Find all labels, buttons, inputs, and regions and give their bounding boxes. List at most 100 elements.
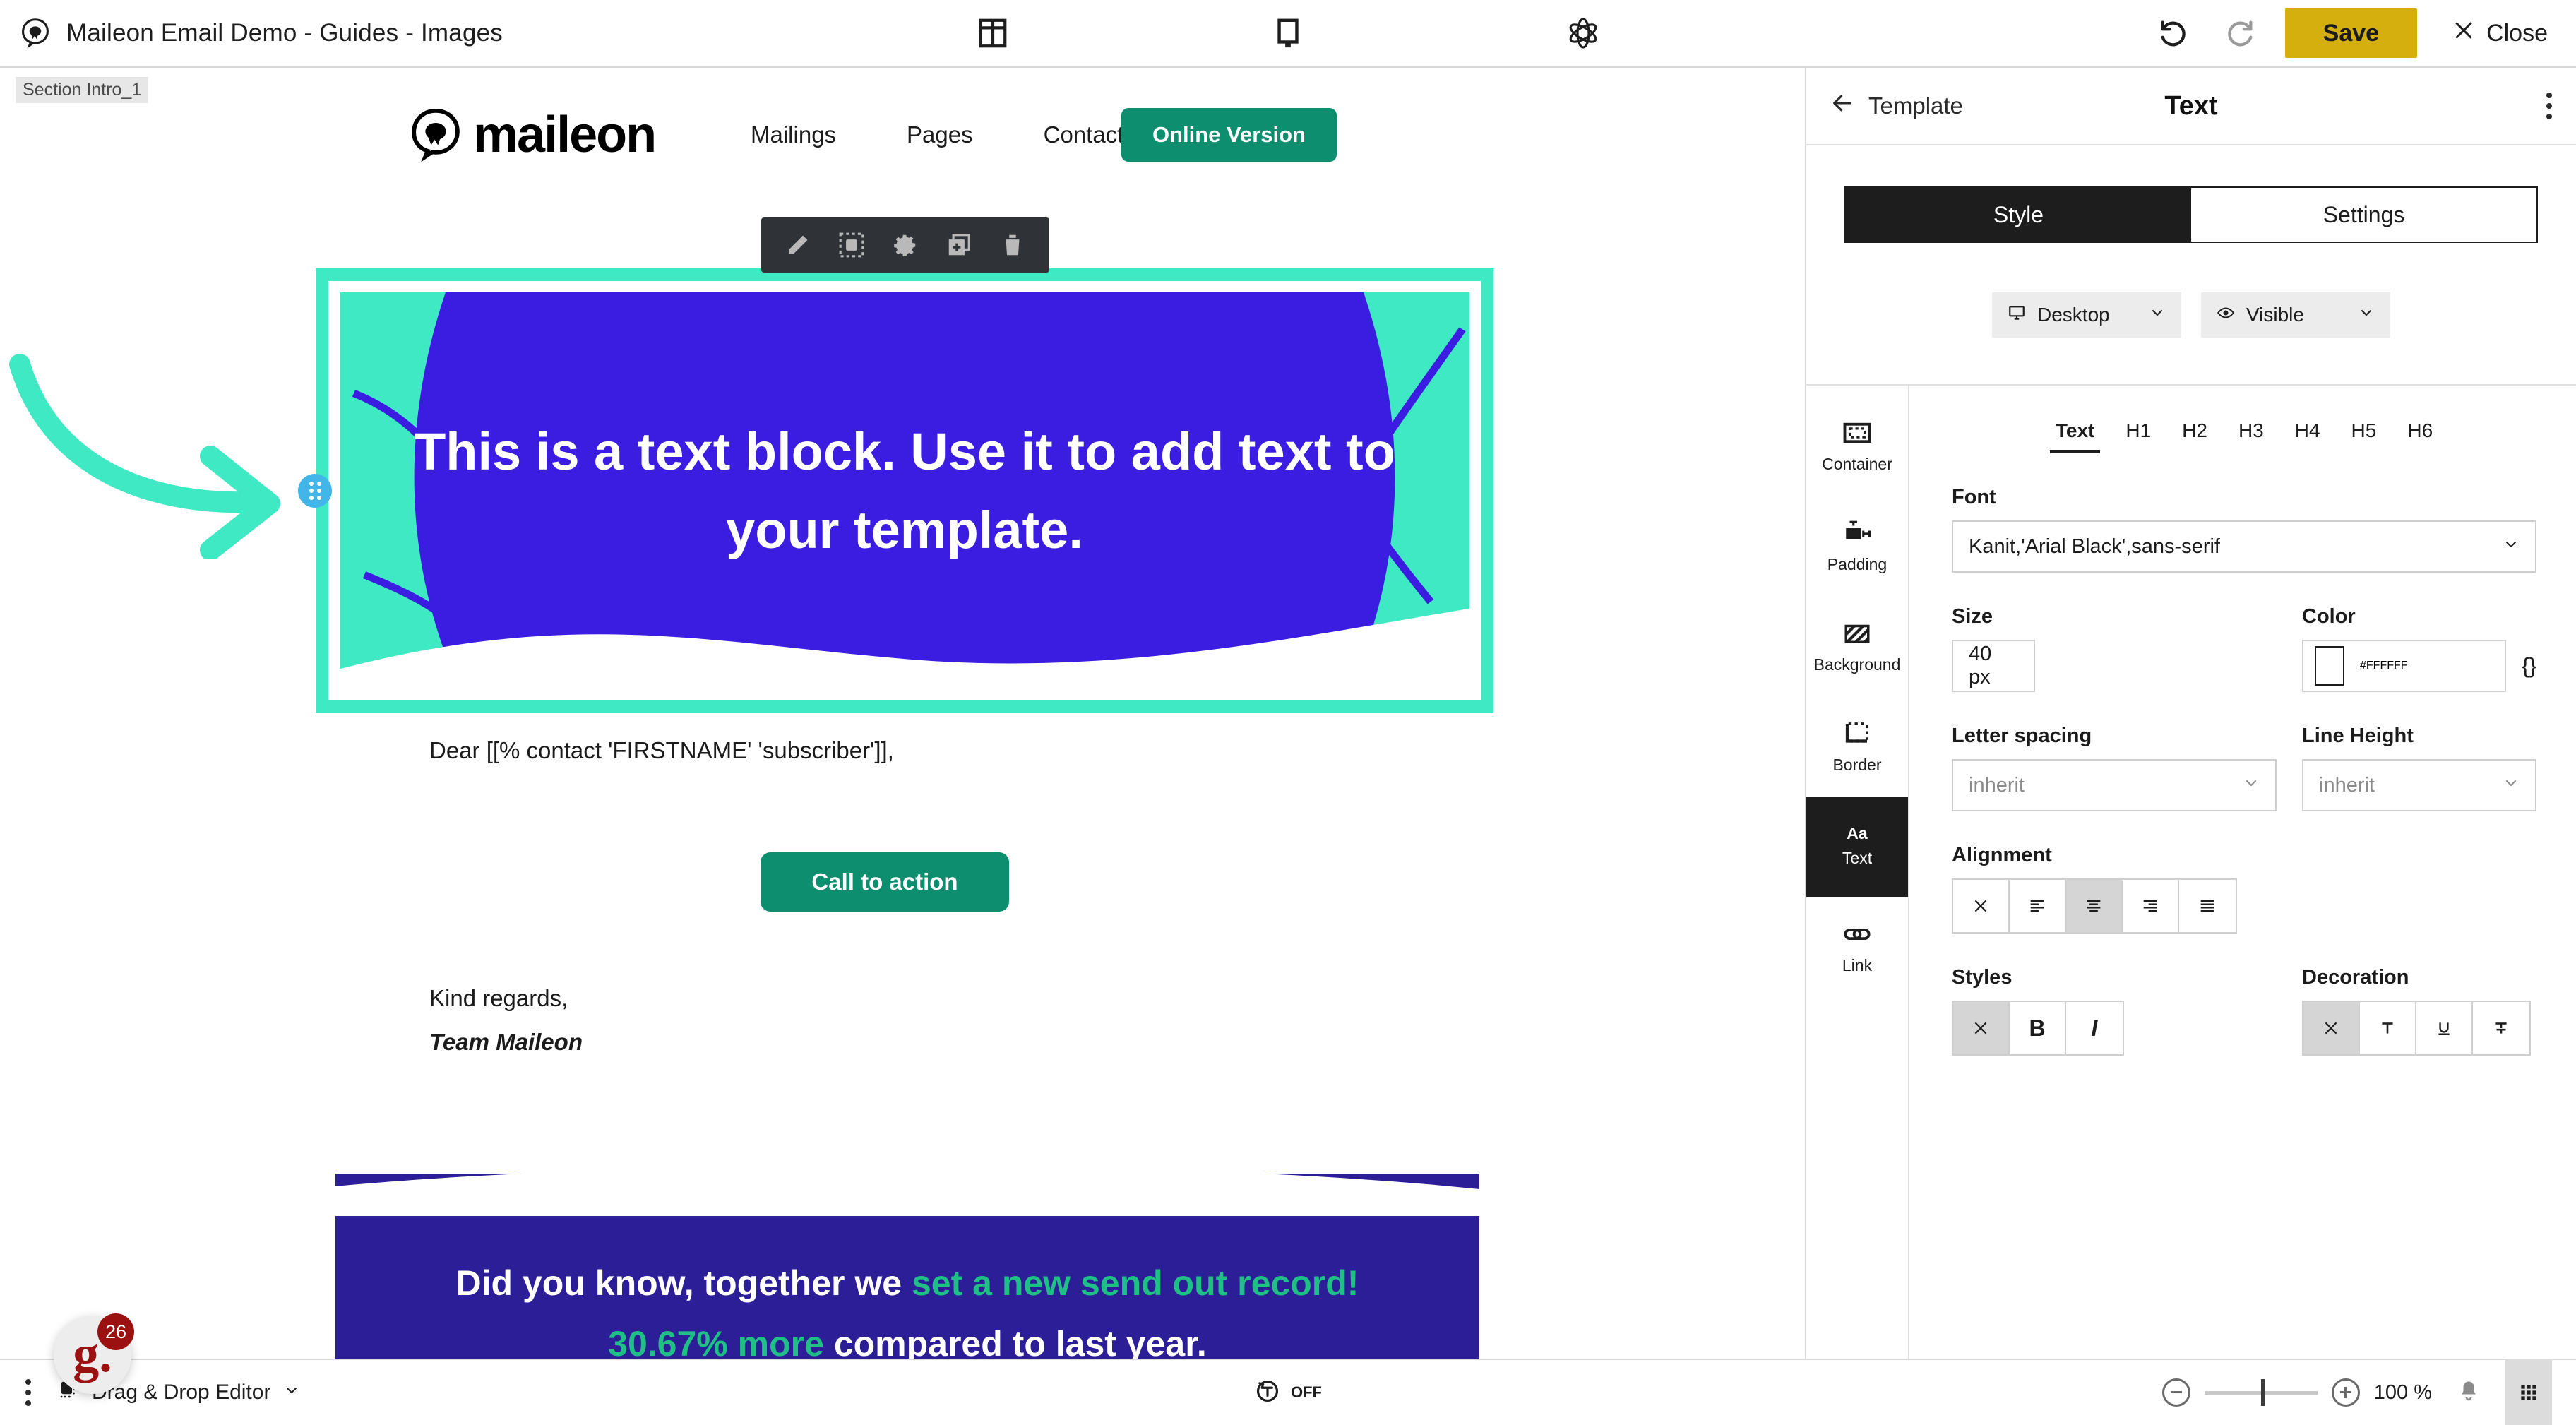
grid-apps-icon[interactable] [2505,1359,2552,1425]
email-nav-item[interactable]: Mailings [751,121,836,148]
banner-text-part: Did you know, together we [455,1263,912,1303]
regards-text: Kind regards, [429,985,568,1011]
text-style-controls: Text H1 H2 H3 H4 H5 H6 Font Kanit,'Arial… [1909,386,2576,1359]
size-col: Size 40 px [1952,573,2277,692]
overline-button[interactable] [2360,1002,2416,1054]
hero-text[interactable]: This is a text block. Use it to add text… [340,292,1469,689]
font-select[interactable]: Kanit,'Arial Black',sans-serif [1952,520,2536,573]
rail-item-link[interactable]: Link [1806,897,1908,997]
decoration-none-button[interactable] [2303,1002,2360,1054]
heading-tab-h5[interactable]: H5 [2336,414,2392,453]
bell-icon[interactable] [2456,1378,2481,1407]
chevron-down-icon [2503,774,2520,797]
device-select-value: Desktop [2037,304,2110,326]
tab-settings[interactable]: Settings [2191,188,2536,242]
rail-item-text[interactable]: Aa Text [1806,797,1908,897]
style-none-button[interactable] [1953,1002,2010,1054]
undo-icon[interactable] [2152,12,2195,54]
color-row: #FFFFFF {} [2302,640,2536,692]
align-justify-button[interactable] [2179,880,2236,932]
styles-decoration-row: Styles B I Decoration [1952,934,2536,1056]
zoom-out-icon[interactable] [2161,1378,2190,1407]
selected-text-block[interactable]: This is a text block. Use it to add text… [298,268,1493,713]
banner-curve-shape [335,1174,1479,1216]
more-vertical-icon[interactable] [2546,93,2552,119]
heading-tab-h6[interactable]: H6 [2392,414,2448,453]
underline-button[interactable] [2416,1002,2473,1054]
gear-icon[interactable] [878,223,932,267]
color-swatch[interactable] [2315,646,2344,686]
email-canvas[interactable]: Section Intro_1 maileon Mailings Pages C… [0,68,1806,1359]
visibility-select[interactable]: Visible [2201,292,2390,338]
rail-item-container[interactable]: Container [1806,395,1908,496]
size-color-row: Size 40 px Color #FFFFFF {} [1952,573,2536,692]
styles-label: Styles [1952,966,2012,989]
desktop-preview-icon[interactable] [1268,13,1308,54]
trash-icon[interactable] [986,223,1039,267]
bold-button[interactable]: B [2010,1002,2066,1054]
more-vertical-icon[interactable] [25,1379,31,1406]
email-nav-item[interactable]: Pages [907,121,973,148]
banner-text-part: compared to last year. [823,1324,1207,1359]
bottom-status-bar: Drag & Drop Editor OFF 100 % [0,1359,2576,1425]
cta-row: Call to action [313,852,1457,912]
banner-text: Did you know, together we set a new send… [335,1253,1479,1359]
email-nav-item[interactable]: Contact [1044,121,1124,148]
heading-tab-h4[interactable]: H4 [2279,414,2336,453]
tab-style[interactable]: Style [1846,188,2191,242]
close-button[interactable]: Close [2441,19,2548,48]
align-center-button[interactable] [2066,880,2123,932]
panel-tabs: Style Settings [1844,186,2538,243]
email-stats-banner: Did you know, together we set a new send… [335,1174,1479,1359]
chevron-down-icon [2358,304,2375,326]
letter-spacing-value: inherit [1969,773,2025,797]
maileon-logo-icon [20,18,51,49]
help-badge[interactable]: g. 26 [54,1313,134,1394]
edit-pencil-icon[interactable] [771,223,825,267]
text-aa-icon: Aa [1847,824,1868,842]
color-input[interactable]: #FFFFFF [2302,640,2507,692]
redo-icon[interactable] [2219,12,2261,54]
heading-tab-h3[interactable]: H3 [2223,414,2279,453]
heading-tabs: Text H1 H2 H3 H4 H5 H6 [1952,414,2536,453]
select-block-icon[interactable] [825,223,878,267]
heading-tab-h2[interactable]: H2 [2166,414,2223,453]
rail-item-border[interactable]: Border [1806,696,1908,797]
bold-icon: B [2029,1015,2046,1041]
editor-body: Section Intro_1 maileon Mailings Pages C… [0,68,2576,1359]
editor-app: Maileon Email Demo - Guides - Images Sav… [0,0,2576,1425]
text-rotate-icon[interactable] [1254,1378,1281,1408]
zoom-in-icon[interactable] [2331,1378,2360,1407]
back-to-template-button[interactable]: Template [1830,91,1963,121]
layout-columns-icon[interactable] [972,13,1013,54]
align-left-button[interactable] [2010,880,2066,932]
call-to-action-button[interactable]: Call to action [761,852,1009,912]
rail-item-background[interactable]: Background [1806,596,1908,696]
curly-braces-icon[interactable]: {} [2522,653,2536,679]
duplicate-icon[interactable] [932,223,986,267]
strikethrough-button[interactable] [2473,1002,2529,1054]
align-none-button[interactable] [1953,880,2010,932]
rail-label: Padding [1827,554,1888,573]
save-button[interactable]: Save [2284,8,2418,58]
bottombar-left: Drag & Drop Editor [0,1379,300,1406]
rail-label: Border [1832,755,1882,774]
heading-tab-h1[interactable]: H1 [2110,414,2166,453]
email-body: Dear [[% contact 'FIRSTNAME' 'subscriber… [313,713,1457,1056]
align-right-button[interactable] [2123,880,2179,932]
drag-handle-icon[interactable] [298,474,332,508]
line-height-label: Line Height [2302,725,2414,747]
line-height-select[interactable]: inherit [2302,759,2536,811]
device-select[interactable]: Desktop [1992,292,2181,338]
atom-settings-icon[interactable] [1563,13,1604,54]
color-label: Color [2302,605,2356,628]
letter-spacing-select[interactable]: inherit [1952,759,2277,811]
heading-tab-text[interactable]: Text [2040,414,2111,453]
email-logo-text: maileon [473,107,657,163]
italic-button[interactable]: I [2066,1002,2123,1054]
online-version-button[interactable]: Online Version [1121,108,1337,162]
rail-item-padding[interactable]: Padding [1806,496,1908,596]
size-input[interactable]: 40 px [1952,640,2035,692]
email-logo: maileon [408,106,657,164]
zoom-slider[interactable] [2204,1378,2318,1406]
